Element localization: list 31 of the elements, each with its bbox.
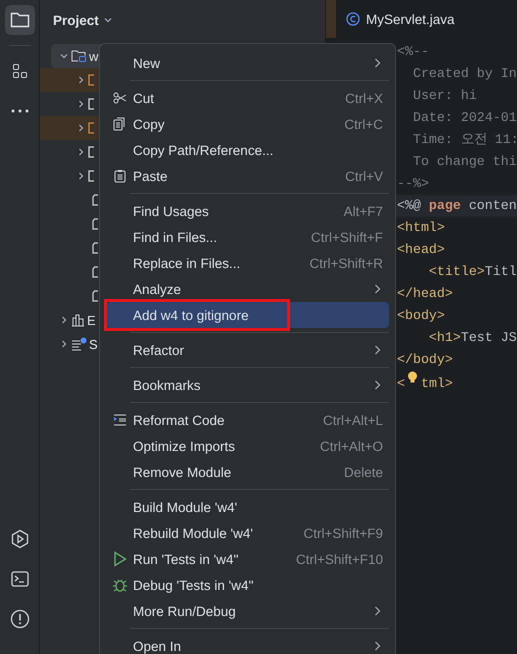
- code-line: <h1>Test JS: [428, 329, 517, 347]
- tree-item-label: w: [89, 48, 98, 64]
- code-line: <body>: [397, 307, 445, 325]
- shortcut-text: Ctrl+V: [345, 168, 384, 184]
- shortcut-text: Delete: [344, 464, 384, 480]
- code-line: <%@ page conten: [397, 197, 517, 215]
- shortcut-text: Ctrl+Alt+L: [322, 412, 384, 428]
- shortcut-text: Ctrl+Shift+R: [309, 256, 384, 270]
- code-line: To change thi: [412, 153, 517, 171]
- code-line: --%>: [397, 175, 429, 193]
- shortcut-text: Alt+F7: [344, 204, 384, 218]
- code-line: Date: 2024-01: [412, 109, 517, 127]
- code-line: <head>: [397, 241, 445, 259]
- code-line: Created by In: [412, 65, 517, 83]
- code-line: <html>: [397, 219, 445, 237]
- shortcut-text: Ctrl+X: [345, 90, 384, 106]
- code-line: <%--: [397, 43, 429, 61]
- shortcut-text: Ctrl+Shift+F10: [296, 552, 384, 566]
- code-line: User: hi: [412, 87, 477, 105]
- code-line: </body>: [397, 351, 453, 369]
- shortcut-text: Ctrl+Alt+O: [320, 438, 384, 454]
- code-line: Time: 오전 11:: [412, 131, 517, 149]
- shortcut-text: Ctrl+Shift+F: [310, 230, 384, 244]
- code-text: tml>: [420, 375, 453, 393]
- tree-item-label: E: [87, 312, 96, 328]
- tree-item-label: S: [89, 336, 98, 352]
- code-line: <title>Titl: [428, 263, 517, 281]
- shortcut-text: Ctrl+C: [344, 116, 384, 132]
- shortcut-text: Ctrl+Shift+F9: [303, 526, 384, 540]
- code-line: </head>: [397, 285, 453, 303]
- code-text: <: [397, 375, 405, 393]
